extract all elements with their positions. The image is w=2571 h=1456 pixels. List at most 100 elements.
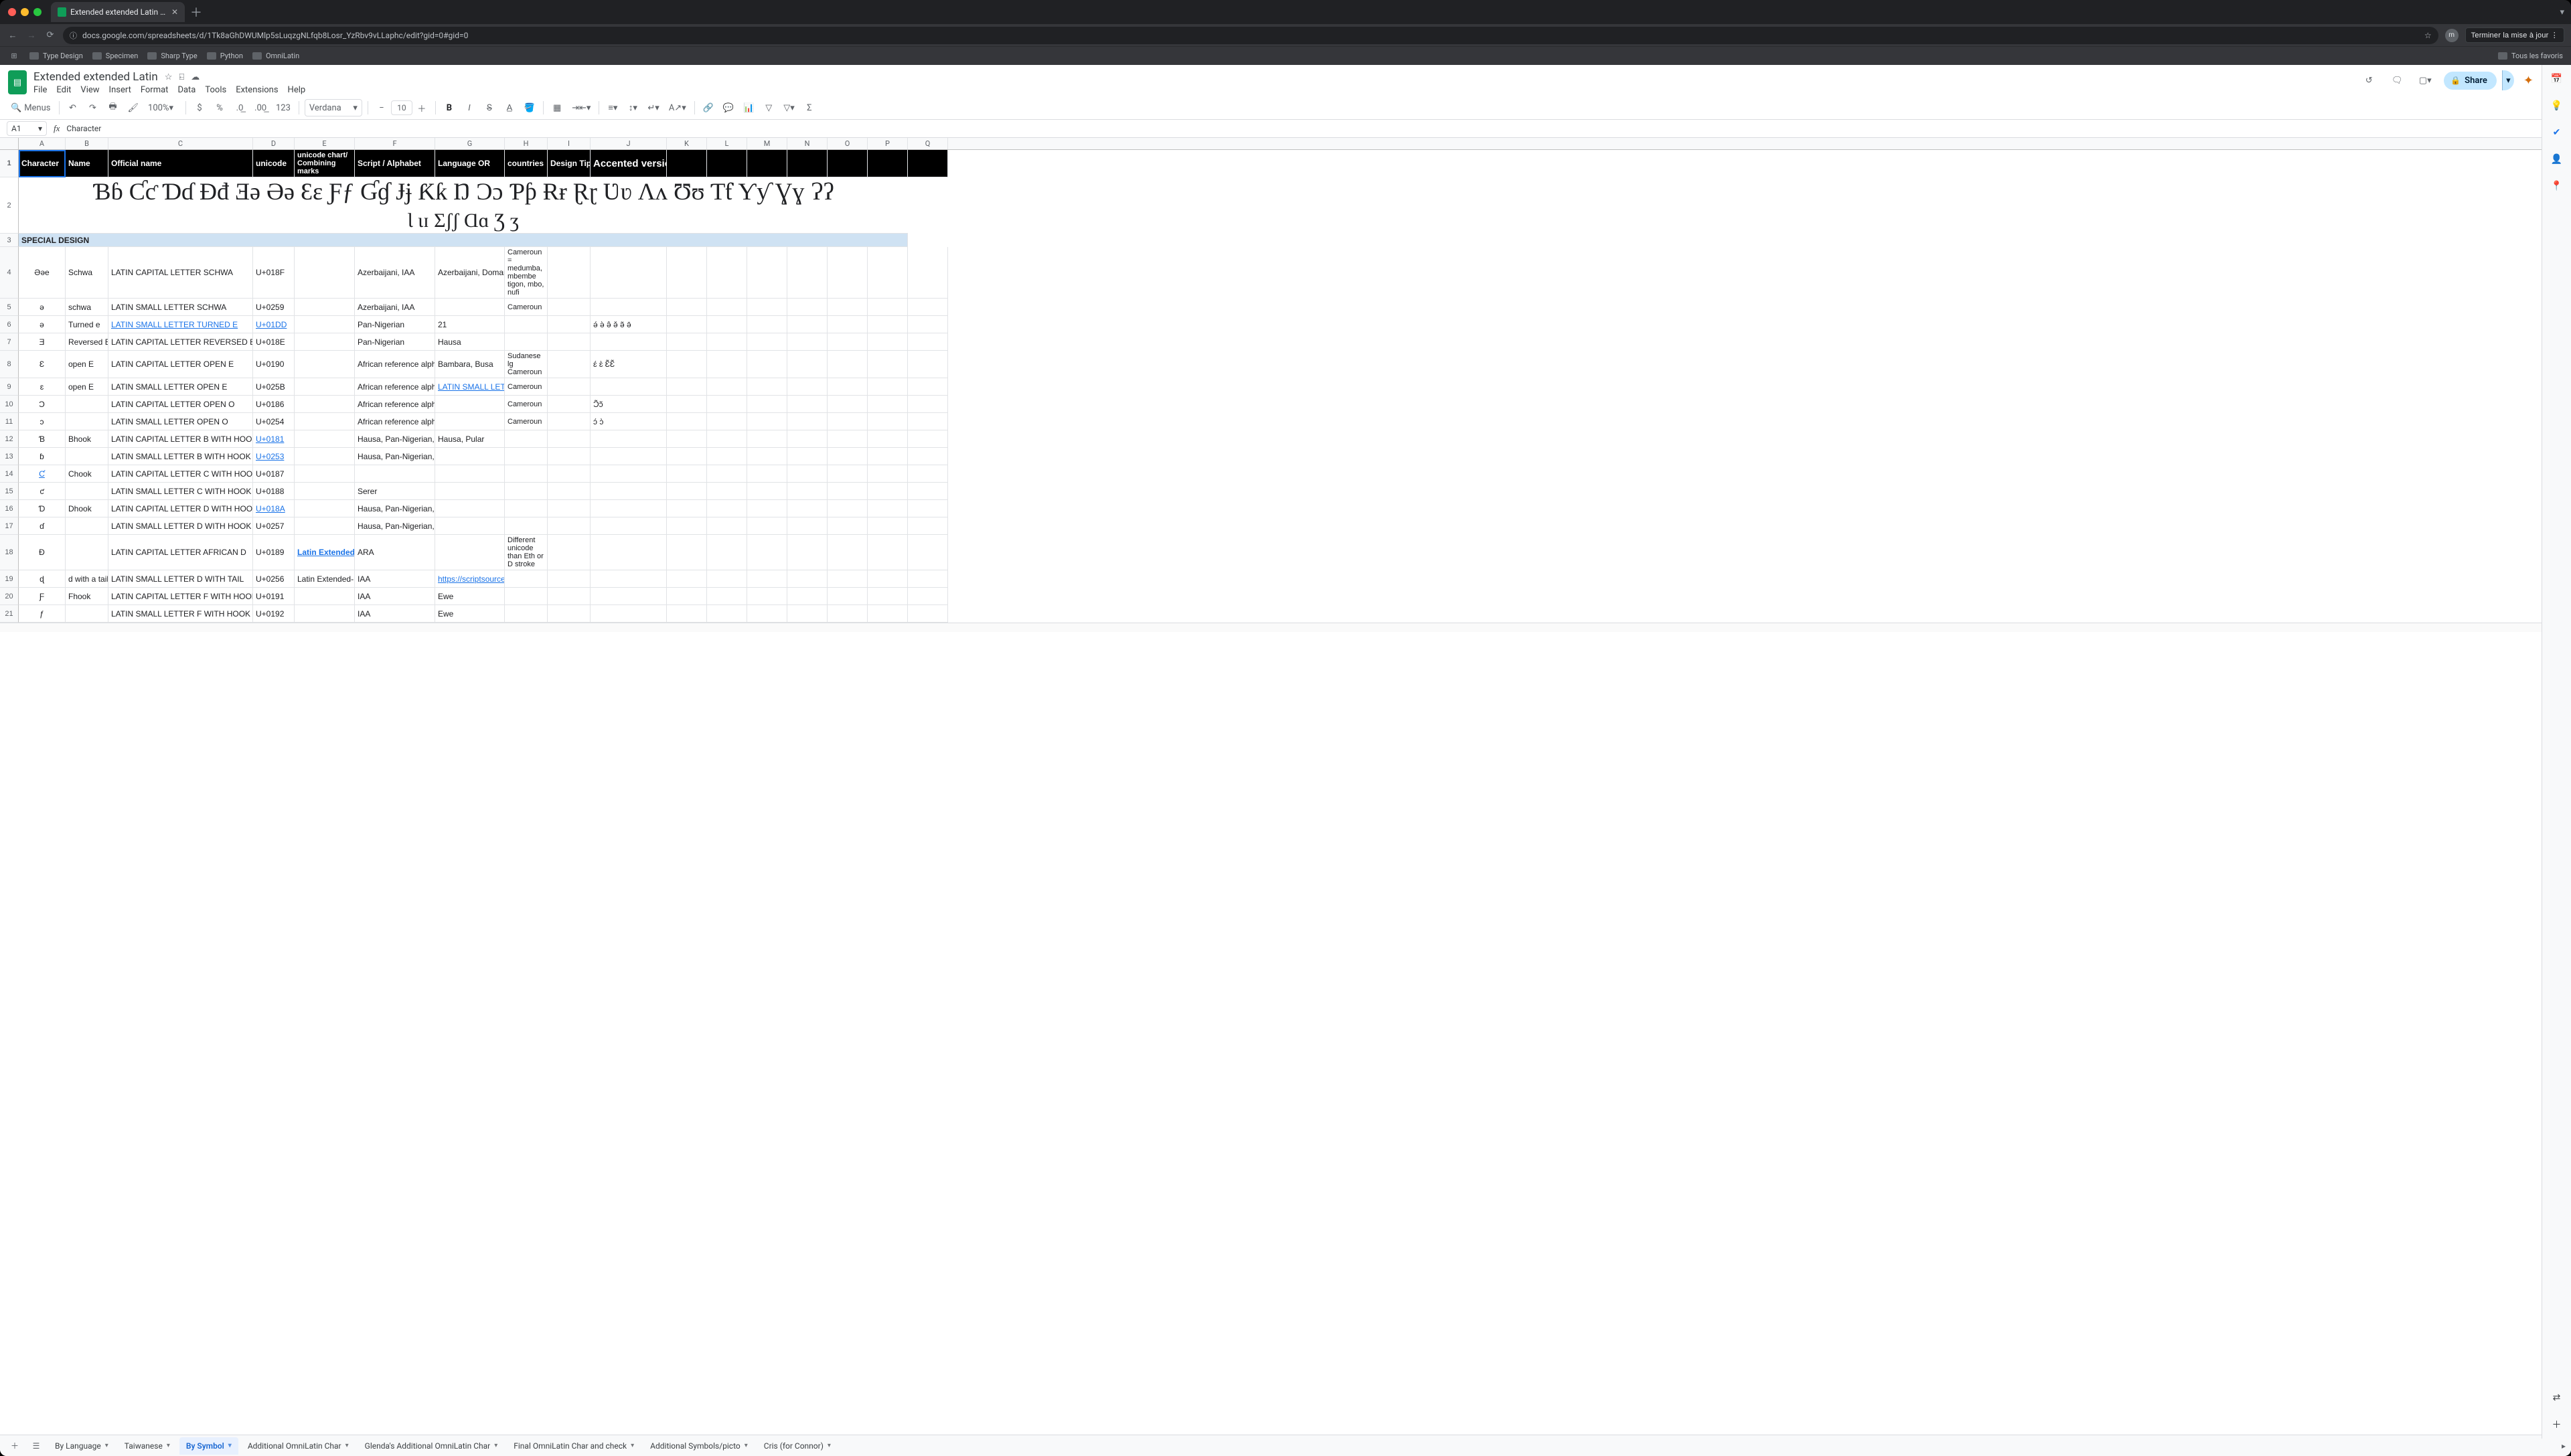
bookmark-item[interactable]: Python bbox=[207, 52, 243, 60]
calendar-icon[interactable]: 📅 bbox=[2550, 72, 2564, 86]
add-panel-icon[interactable]: ＋ bbox=[2550, 1417, 2564, 1432]
paint-format-button[interactable]: 🖌 bbox=[125, 100, 142, 116]
tabs-menu-icon[interactable]: ▾ bbox=[2560, 7, 2564, 17]
font-select[interactable]: Verdana▾ bbox=[305, 99, 362, 116]
back-button[interactable]: ← bbox=[7, 29, 19, 42]
sheet-tab[interactable]: Taiwanese▾ bbox=[118, 1437, 177, 1455]
document-title[interactable]: Extended extended Latin bbox=[33, 70, 158, 84]
move-icon[interactable]: ⍇ bbox=[179, 72, 184, 82]
increase-decimal[interactable]: .00̲ bbox=[252, 100, 269, 116]
fx-value[interactable]: Character bbox=[66, 124, 101, 133]
contacts-icon[interactable]: 👤 bbox=[2550, 152, 2564, 167]
format-currency[interactable]: $ bbox=[191, 100, 208, 116]
swap-icon[interactable]: ⇄ bbox=[2550, 1390, 2564, 1405]
column-headers[interactable]: AB CD EF GH IJ KL MN OP Q bbox=[0, 138, 2542, 150]
undo-button[interactable]: ↶ bbox=[65, 100, 81, 116]
history-icon[interactable]: ↺ bbox=[2359, 71, 2378, 90]
sheet-tab[interactable]: Cris (for Connor)▾ bbox=[757, 1437, 838, 1455]
font-size-minus[interactable]: − bbox=[374, 100, 390, 116]
table-row: 6ǝTurned eLATIN SMALL LETTER TURNED EU+0… bbox=[0, 316, 2542, 333]
update-browser-button[interactable]: Terminer la mise à jour ⋮ bbox=[2465, 27, 2564, 43]
wrap-button[interactable]: ↵▾ bbox=[645, 100, 661, 116]
name-box[interactable]: A1▾ bbox=[7, 121, 47, 136]
keep-icon[interactable]: 💡 bbox=[2550, 98, 2564, 113]
more-formats[interactable]: 123 bbox=[273, 100, 293, 116]
strikethrough-button[interactable]: S bbox=[481, 100, 497, 116]
chart-button[interactable]: 📊 bbox=[741, 100, 757, 116]
comments-icon[interactable]: 🗨 bbox=[2388, 71, 2406, 90]
menu-extensions[interactable]: Extensions bbox=[236, 85, 278, 95]
zoom-select[interactable]: 100% ▾ bbox=[145, 100, 180, 116]
new-tab-button[interactable]: ＋ bbox=[190, 3, 202, 21]
filter-views-button[interactable]: ▽▾ bbox=[781, 100, 797, 116]
all-sheets-button[interactable]: ☰ bbox=[27, 1437, 46, 1455]
italic-button[interactable]: I bbox=[461, 100, 477, 116]
horizontal-scrollbar[interactable] bbox=[0, 623, 2542, 632]
forward-button[interactable]: → bbox=[25, 29, 37, 42]
menu-insert[interactable]: Insert bbox=[109, 85, 131, 95]
add-sheet-button[interactable]: ＋ bbox=[5, 1437, 24, 1455]
font-size-value[interactable]: 10 bbox=[391, 100, 412, 115]
print-button[interactable]: 🖶 bbox=[105, 100, 121, 116]
redo-button[interactable]: ↷ bbox=[85, 100, 101, 116]
menu-view[interactable]: View bbox=[80, 85, 99, 95]
star-icon[interactable]: ☆ bbox=[2424, 31, 2432, 40]
sheet-tab[interactable]: Additional OmniLatin Char▾ bbox=[241, 1437, 356, 1455]
url-bar[interactable]: ⓘ docs.google.com/spreadsheets/d/1Tk8aGh… bbox=[63, 27, 2438, 44]
menu-help[interactable]: Help bbox=[288, 85, 306, 95]
browser-tab[interactable]: Extended extended Latin - G… ✕ bbox=[51, 2, 185, 22]
sheet-tab[interactable]: Final OmniLatin Char and check▾ bbox=[507, 1437, 641, 1455]
menu-edit[interactable]: Edit bbox=[56, 85, 71, 95]
sheet-tab[interactable]: By Language▾ bbox=[48, 1437, 115, 1455]
bookmark-item[interactable]: Sharp Type bbox=[147, 52, 197, 60]
scroll-tabs-right[interactable]: ▸ bbox=[2562, 1441, 2566, 1451]
site-info-icon[interactable]: ⓘ bbox=[70, 30, 77, 41]
cloud-status-icon[interactable]: ☁ bbox=[191, 72, 200, 82]
table-row: 20ƑFhookLATIN CAPITAL LETTER F WITH HOOK… bbox=[0, 588, 2542, 605]
share-button[interactable]: 🔒 Share bbox=[2444, 72, 2497, 90]
comment-button[interactable]: 💬 bbox=[720, 100, 736, 116]
reload-button[interactable]: ⟳ bbox=[44, 29, 56, 42]
maps-icon[interactable]: 📍 bbox=[2550, 179, 2564, 193]
functions-button[interactable]: Σ bbox=[801, 100, 817, 116]
gemini-icon[interactable]: ✦ bbox=[2523, 74, 2534, 88]
sheet-tab[interactable]: Glenda's Additional OmniLatin Char▾ bbox=[358, 1437, 505, 1455]
format-percent[interactable]: % bbox=[212, 100, 228, 116]
share-options[interactable]: ▾ bbox=[2502, 70, 2514, 90]
valign-button[interactable]: ↕▾ bbox=[625, 100, 641, 116]
close-tab-icon[interactable]: ✕ bbox=[171, 7, 178, 17]
halign-button[interactable]: ≡▾ bbox=[605, 100, 621, 116]
rotate-button[interactable]: A↗▾ bbox=[666, 100, 689, 116]
zoom-window-button[interactable] bbox=[33, 8, 42, 16]
menu-tools[interactable]: Tools bbox=[205, 85, 226, 95]
merge-cells-button[interactable]: ⇥⇤▾ bbox=[569, 100, 593, 116]
tasks-icon[interactable]: ✔︎ bbox=[2550, 125, 2564, 140]
fill-color-button[interactable]: 🪣 bbox=[522, 100, 538, 116]
meet-icon[interactable]: ▢▾ bbox=[2416, 71, 2434, 90]
text-color-button[interactable]: A̲ bbox=[501, 100, 518, 116]
menu-data[interactable]: Data bbox=[177, 85, 196, 95]
bold-button[interactable]: B bbox=[441, 100, 457, 116]
search-menus[interactable]: 🔍 Menus bbox=[8, 100, 54, 116]
apps-icon[interactable]: ⊞ bbox=[8, 50, 20, 62]
close-window-button[interactable] bbox=[8, 8, 16, 16]
profile-button[interactable]: m bbox=[2445, 29, 2459, 42]
traffic-lights bbox=[7, 8, 46, 16]
decrease-decimal[interactable]: .0̲ bbox=[232, 100, 248, 116]
menu-file[interactable]: File bbox=[33, 85, 47, 95]
link-button[interactable]: 🔗 bbox=[700, 100, 716, 116]
all-bookmarks[interactable]: Tous les favoris bbox=[2498, 52, 2563, 60]
font-size-plus[interactable]: ＋ bbox=[414, 100, 430, 116]
sheet-tab[interactable]: By Symbol▾ bbox=[179, 1437, 238, 1455]
bookmark-item[interactable]: Type Design bbox=[29, 52, 83, 60]
borders-button[interactable]: ▦ bbox=[549, 100, 565, 116]
bookmark-item[interactable]: OmniLatin bbox=[252, 52, 299, 60]
cell-a1[interactable]: Character bbox=[19, 150, 66, 177]
minimize-window-button[interactable] bbox=[21, 8, 29, 16]
sheets-logo-icon[interactable]: ▤ bbox=[8, 70, 27, 94]
filter-button[interactable]: ▽ bbox=[761, 100, 777, 116]
star-icon[interactable]: ☆ bbox=[165, 72, 173, 82]
sheet-tab[interactable]: Additional Symbols/picto▾ bbox=[643, 1437, 755, 1455]
menu-format[interactable]: Format bbox=[141, 85, 169, 95]
bookmark-item[interactable]: Specimen bbox=[92, 52, 139, 60]
